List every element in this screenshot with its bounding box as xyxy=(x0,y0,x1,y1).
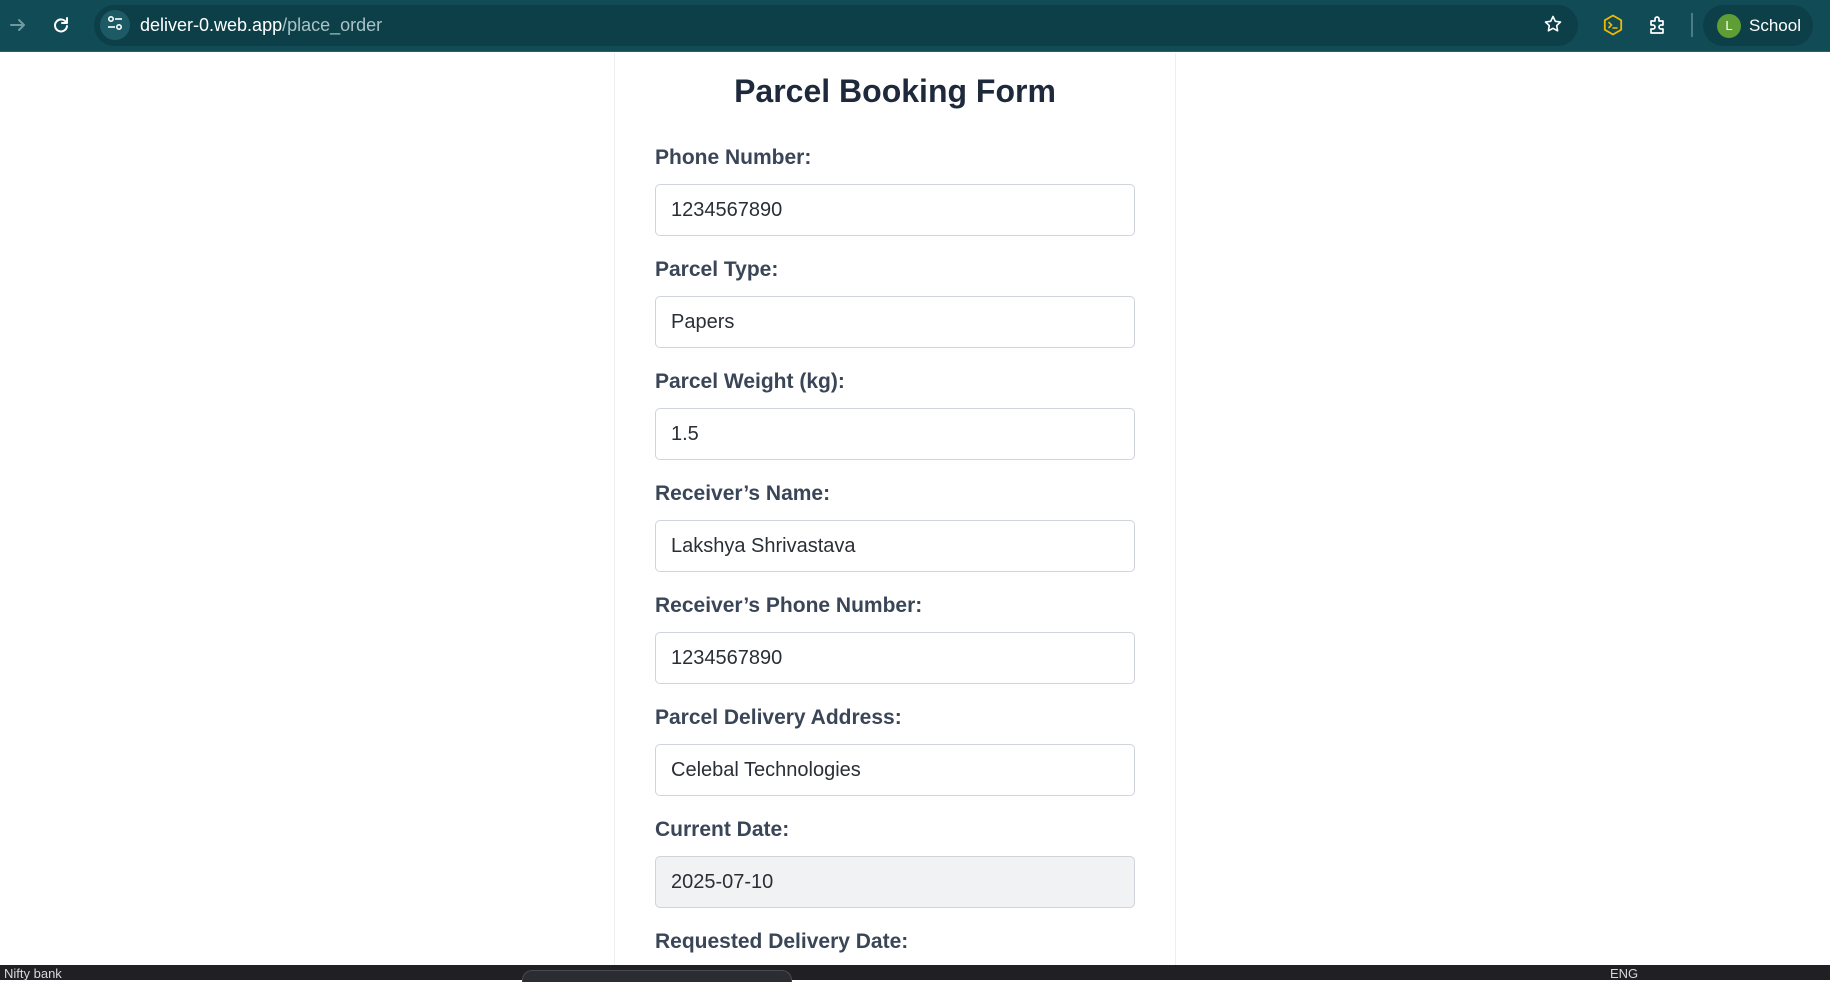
receiver-phone-label: Receiver’s Phone Number: xyxy=(655,594,923,617)
receiver-name-label: Receiver’s Name: xyxy=(655,482,831,505)
url-text: deliver-0.web.app/place_order xyxy=(140,15,382,36)
forward-button[interactable] xyxy=(0,7,36,43)
url-host: deliver-0.web.app xyxy=(140,15,283,35)
phone-number-label: Phone Number: xyxy=(655,146,812,169)
reload-button[interactable] xyxy=(43,7,79,43)
receiver-name-field[interactable] xyxy=(655,520,1135,572)
delivery-address-label: Parcel Delivery Address: xyxy=(655,706,902,729)
page-content: Parcel Booking Form Phone Number: Parcel… xyxy=(0,53,1830,965)
arrow-right-icon xyxy=(8,15,28,35)
terminal-extension-icon xyxy=(1602,14,1624,36)
taskbar-language[interactable]: ENG xyxy=(1610,966,1638,981)
parcel-weight-label: Parcel Weight (kg): xyxy=(655,370,845,393)
profile-button[interactable]: L School xyxy=(1703,5,1813,46)
parcel-weight-field[interactable] xyxy=(655,408,1135,460)
taskbar-search-box[interactable] xyxy=(522,970,792,982)
current-date-field xyxy=(655,856,1135,908)
terminal-extension-button[interactable] xyxy=(1595,7,1631,43)
delivery-address-field[interactable] xyxy=(655,744,1135,796)
reload-icon xyxy=(51,15,71,35)
parcel-type-label: Parcel Type: xyxy=(655,258,779,281)
puzzle-icon xyxy=(1647,14,1669,36)
booking-form-card: Parcel Booking Form Phone Number: Parcel… xyxy=(614,53,1176,965)
toolbar-divider xyxy=(1691,13,1693,37)
bookmark-button[interactable] xyxy=(1538,11,1568,41)
star-icon xyxy=(1543,14,1563,39)
url-path: /place_order xyxy=(282,15,383,35)
phone-number-field[interactable] xyxy=(655,184,1135,236)
browser-toolbar: deliver-0.web.app/place_order L School xyxy=(0,0,1830,52)
parcel-type-field[interactable] xyxy=(655,296,1135,348)
extensions-button[interactable] xyxy=(1640,7,1676,43)
current-date-label: Current Date: xyxy=(655,818,790,841)
taskbar: Nifty bank ENG xyxy=(0,965,1830,982)
profile-name: School xyxy=(1749,16,1801,35)
requested-delivery-date-label: Requested Delivery Date: xyxy=(655,930,909,953)
page-title: Parcel Booking Form xyxy=(734,73,1056,109)
receiver-phone-field[interactable] xyxy=(655,632,1135,684)
taskbar-widget-text[interactable]: Nifty bank xyxy=(4,966,62,981)
avatar: L xyxy=(1717,14,1741,38)
tune-icon xyxy=(106,14,124,37)
address-bar[interactable]: deliver-0.web.app/place_order xyxy=(94,5,1578,46)
site-info-button[interactable] xyxy=(100,10,130,40)
